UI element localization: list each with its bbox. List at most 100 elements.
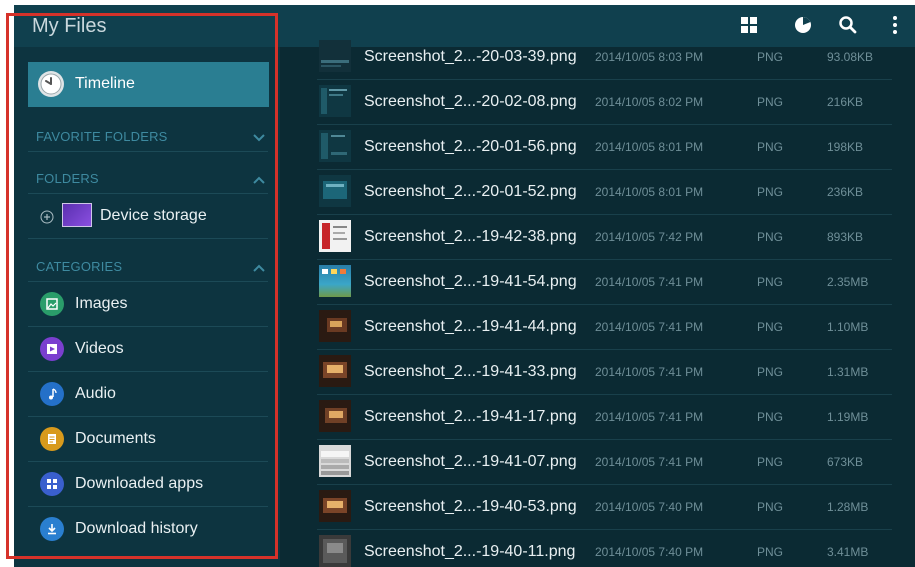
file-date: 2014/10/05 7:41 PM	[595, 320, 704, 334]
file-date: 2014/10/05 7:42 PM	[595, 230, 704, 244]
my-files-app: My Files Timeline FAVORITE FOLDERS FOLDE…	[14, 5, 915, 567]
chevron-up-icon	[252, 260, 266, 272]
file-type: PNG	[757, 545, 784, 559]
sidebar-item-download-history[interactable]: Download history	[28, 507, 268, 552]
file-size: 2.35MB	[827, 275, 869, 289]
file-date: 2014/10/05 8:03 PM	[595, 50, 704, 64]
file-type: PNG	[757, 140, 784, 154]
app-title: My Files	[32, 15, 107, 37]
sidebar-item-images[interactable]: Images	[28, 282, 268, 327]
file-thumbnail	[319, 355, 351, 387]
sidebar-item-label: Documents	[75, 430, 156, 447]
chevron-up-icon	[252, 172, 266, 184]
section-categories[interactable]: CATEGORIES	[28, 252, 268, 282]
file-row[interactable]: Screenshot_2...-19-41-33.png 2014/10/05 …	[317, 350, 892, 395]
file-row[interactable]: Screenshot_2...-20-01-52.png 2014/10/05 …	[317, 170, 892, 215]
sidebar-item-timeline[interactable]: Timeline	[28, 62, 269, 107]
file-date: 2014/10/05 7:41 PM	[595, 365, 704, 379]
file-type: PNG	[757, 50, 784, 64]
file-type: PNG	[757, 185, 784, 199]
file-row[interactable]: Screenshot_2...-19-40-11.png 2014/10/05 …	[317, 530, 892, 567]
sidebar-item-audio[interactable]: Audio	[28, 372, 268, 417]
file-thumbnail	[319, 265, 351, 297]
file-row[interactable]: Screenshot_2...-19-41-17.png 2014/10/05 …	[317, 395, 892, 440]
sidebar-item-label: Device storage	[100, 207, 207, 224]
download-icon	[40, 517, 64, 541]
sidebar-item-label: Downloaded apps	[75, 475, 204, 492]
file-date: 2014/10/05 8:02 PM	[595, 95, 704, 109]
device-storage-icon	[62, 203, 92, 227]
file-thumbnail	[319, 85, 351, 117]
section-favorite-folders[interactable]: FAVORITE FOLDERS	[28, 122, 268, 152]
file-thumbnail	[319, 490, 351, 522]
section-header-label: CATEGORIES	[36, 259, 123, 274]
file-type: PNG	[757, 275, 784, 289]
file-thumbnail	[319, 130, 351, 162]
file-thumbnail	[319, 445, 351, 477]
file-name: Screenshot_2...-20-01-56.png	[364, 138, 577, 155]
file-type: PNG	[757, 365, 784, 379]
sidebar-item-label: Timeline	[75, 75, 135, 92]
apps-icon	[40, 472, 64, 496]
storage-usage-icon[interactable]	[791, 13, 815, 37]
file-thumbnail	[319, 310, 351, 342]
chevron-down-icon	[252, 130, 266, 142]
file-size: 1.10MB	[827, 320, 869, 334]
sidebar-item-documents[interactable]: Documents	[28, 417, 268, 462]
sidebar-item-videos[interactable]: Videos	[28, 327, 268, 372]
file-size: 673KB	[827, 455, 864, 469]
file-row[interactable]: Screenshot_2...-20-02-08.png 2014/10/05 …	[317, 80, 892, 125]
file-row[interactable]: Screenshot_2...-19-42-38.png 2014/10/05 …	[317, 215, 892, 260]
file-name: Screenshot_2...-20-02-08.png	[364, 93, 577, 110]
document-icon	[40, 427, 64, 451]
file-row[interactable]: Screenshot_2...-19-41-07.png 2014/10/05 …	[317, 440, 892, 485]
file-type: PNG	[757, 410, 784, 424]
file-size: 1.19MB	[827, 410, 869, 424]
sidebar-item-label: Images	[75, 295, 128, 312]
file-thumbnail	[319, 400, 351, 432]
video-icon	[40, 337, 64, 361]
section-folders[interactable]: FOLDERS	[28, 164, 268, 194]
clock-icon	[37, 70, 65, 98]
section-header-label: FAVORITE FOLDERS	[36, 129, 168, 144]
file-name: Screenshot_2...-19-42-38.png	[364, 228, 577, 245]
file-size: 198KB	[827, 140, 864, 154]
file-date: 2014/10/05 8:01 PM	[595, 185, 704, 199]
file-size: 93.08KB	[827, 50, 874, 64]
file-row[interactable]: Screenshot_2...-20-01-56.png 2014/10/05 …	[317, 125, 892, 170]
file-size: 1.28MB	[827, 500, 869, 514]
file-type: PNG	[757, 455, 784, 469]
file-name: Screenshot_2...-20-01-52.png	[364, 183, 577, 200]
file-row[interactable]: Screenshot_2...-20-03-39.png 2014/10/05 …	[317, 35, 892, 80]
file-name: Screenshot_2...-19-41-44.png	[364, 318, 577, 335]
file-size: 216KB	[827, 95, 864, 109]
file-date: 2014/10/05 7:41 PM	[595, 455, 704, 469]
file-type: PNG	[757, 500, 784, 514]
image-icon	[40, 292, 64, 316]
sidebar-item-label: Videos	[75, 340, 124, 357]
file-date: 2014/10/05 7:41 PM	[595, 275, 704, 289]
file-type: PNG	[757, 320, 784, 334]
file-name: Screenshot_2...-19-41-54.png	[364, 273, 577, 290]
file-date: 2014/10/05 7:40 PM	[595, 500, 704, 514]
file-date: 2014/10/05 8:01 PM	[595, 140, 704, 154]
expand-plus-icon[interactable]	[40, 210, 54, 224]
view-grid-icon[interactable]	[737, 13, 761, 37]
file-name: Screenshot_2...-19-41-17.png	[364, 408, 577, 425]
more-options-icon[interactable]	[883, 13, 907, 37]
file-row[interactable]: Screenshot_2...-19-41-44.png 2014/10/05 …	[317, 305, 892, 350]
file-date: 2014/10/05 7:41 PM	[595, 410, 704, 424]
file-row[interactable]: Screenshot_2...-19-41-54.png 2014/10/05 …	[317, 260, 892, 305]
sidebar-item-downloaded-apps[interactable]: Downloaded apps	[28, 462, 268, 507]
file-thumbnail	[319, 535, 351, 567]
sidebar-item-label: Audio	[75, 385, 116, 402]
file-type: PNG	[757, 230, 784, 244]
sidebar-item-device-storage[interactable]: Device storage	[28, 194, 268, 239]
file-name: Screenshot_2...-19-40-53.png	[364, 498, 577, 515]
sidebar-item-label: Download history	[75, 520, 198, 537]
file-size: 3.41MB	[827, 545, 869, 559]
search-icon[interactable]	[836, 13, 860, 37]
music-note-icon	[40, 382, 64, 406]
file-name: Screenshot_2...-19-41-33.png	[364, 363, 577, 380]
file-row[interactable]: Screenshot_2...-19-40-53.png 2014/10/05 …	[317, 485, 892, 530]
